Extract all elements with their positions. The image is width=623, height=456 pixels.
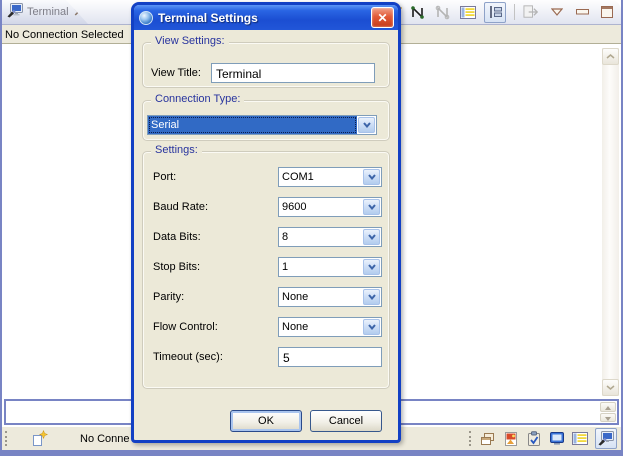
baud-rate-row: Baud Rate: 9600 bbox=[153, 197, 382, 217]
serial-settings-group: Settings: Port: COM1 Baud Rate: 9600 bbox=[142, 151, 390, 389]
flow-control-combo[interactable]: None bbox=[278, 317, 382, 337]
properties-view-icon[interactable] bbox=[572, 431, 588, 446]
parity-value: None bbox=[279, 288, 362, 306]
console-view-icon[interactable] bbox=[549, 431, 565, 446]
flow-control-value: None bbox=[279, 318, 362, 336]
data-bits-combo[interactable]: 8 bbox=[278, 227, 382, 247]
command-history-spinner[interactable] bbox=[600, 402, 616, 422]
stop-bits-value: 1 bbox=[279, 258, 362, 276]
stop-bits-combo[interactable]: 1 bbox=[278, 257, 382, 277]
chevron-down-icon[interactable] bbox=[363, 319, 380, 335]
tab-terminal[interactable]: Terminal ✕ bbox=[2, 0, 88, 24]
data-bits-row: Data Bits: 8 bbox=[153, 227, 382, 247]
connection-type-group: Connection Type: Serial bbox=[142, 100, 390, 141]
vertical-scrollbar[interactable] bbox=[602, 48, 619, 396]
flow-control-label: Flow Control: bbox=[153, 321, 278, 333]
ok-button[interactable]: OK bbox=[230, 410, 302, 432]
view-title-input[interactable]: Terminal bbox=[211, 63, 375, 83]
cancel-button[interactable]: Cancel bbox=[310, 410, 382, 432]
fast-view-grip[interactable] bbox=[469, 431, 471, 446]
port-combo[interactable]: COM1 bbox=[278, 167, 382, 187]
flow-control-row: Flow Control: None bbox=[153, 317, 382, 337]
connection-type-combo[interactable]: Serial bbox=[147, 115, 377, 135]
dialog-title-bar[interactable]: Terminal Settings ✕ bbox=[134, 5, 398, 30]
port-row: Port: COM1 bbox=[153, 167, 382, 187]
terminal-icon bbox=[7, 3, 23, 21]
image-view-icon[interactable] bbox=[503, 431, 519, 447]
dialog-body: View Settings: View Title: Terminal Conn… bbox=[134, 30, 398, 440]
view-toolbar bbox=[384, 1, 616, 23]
terminal-settings-dialog: Terminal Settings ✕ View Settings: View … bbox=[131, 2, 401, 443]
terminal-view-icon[interactable] bbox=[595, 428, 617, 449]
launch-button-disabled bbox=[523, 3, 541, 21]
stop-bits-row: Stop Bits: 1 bbox=[153, 257, 382, 277]
port-value: COM1 bbox=[279, 168, 362, 186]
tab-label: Terminal bbox=[27, 6, 69, 18]
fast-view-bar bbox=[469, 427, 617, 450]
dialog-title: Terminal Settings bbox=[158, 11, 371, 25]
statusbar-message: No Conne bbox=[80, 433, 130, 445]
baud-rate-combo[interactable]: 9600 bbox=[278, 197, 382, 217]
view-settings-caption: View Settings: bbox=[151, 35, 229, 47]
spinner-up-button[interactable] bbox=[600, 402, 616, 412]
baud-rate-label: Baud Rate: bbox=[153, 201, 278, 213]
disconnect-button-disabled bbox=[434, 3, 452, 21]
stop-bits-label: Stop Bits: bbox=[153, 261, 278, 273]
window-bottom-border bbox=[0, 450, 623, 456]
settings-caption: Settings: bbox=[151, 144, 202, 156]
chevron-down-icon[interactable] bbox=[363, 229, 380, 245]
data-bits-value: 8 bbox=[279, 228, 362, 246]
connection-type-caption: Connection Type: bbox=[151, 93, 244, 105]
chevron-down-icon[interactable] bbox=[363, 289, 380, 305]
maximize-view-button[interactable] bbox=[598, 3, 616, 21]
scroll-down-button[interactable] bbox=[602, 379, 619, 396]
scroll-up-button[interactable] bbox=[602, 48, 619, 65]
chevron-down-icon[interactable] bbox=[363, 259, 380, 275]
timeout-input[interactable]: 5 bbox=[278, 347, 382, 367]
spinner-down-button[interactable] bbox=[600, 413, 616, 423]
connection-type-value: Serial bbox=[148, 116, 357, 134]
view-settings-group: View Settings: View Title: Terminal bbox=[142, 42, 390, 88]
connect-button[interactable] bbox=[409, 3, 427, 21]
tasks-view-icon[interactable] bbox=[526, 431, 542, 447]
terminal-view-window: Terminal ✕ bbox=[0, 0, 623, 456]
chevron-down-icon[interactable] bbox=[363, 199, 380, 215]
timeout-row: Timeout (sec): 5 bbox=[153, 347, 382, 367]
new-connection-icon bbox=[30, 430, 48, 450]
view-title-label: View Title: bbox=[151, 67, 211, 79]
dialog-button-row: OK Cancel bbox=[230, 410, 382, 432]
parity-label: Parity: bbox=[153, 291, 278, 303]
view-menu-chevron-icon[interactable] bbox=[548, 3, 566, 21]
baud-rate-value: 9600 bbox=[279, 198, 362, 216]
cascade-windows-icon[interactable] bbox=[480, 432, 496, 446]
timeout-label: Timeout (sec): bbox=[153, 351, 278, 363]
parity-combo[interactable]: None bbox=[278, 287, 382, 307]
dialog-close-button[interactable]: ✕ bbox=[371, 7, 394, 28]
port-label: Port: bbox=[153, 171, 278, 183]
dialog-sphere-icon bbox=[139, 11, 153, 25]
statusbar-grip[interactable] bbox=[5, 431, 7, 446]
terminal-settings-button[interactable] bbox=[459, 3, 477, 21]
chevron-down-icon[interactable] bbox=[358, 117, 375, 133]
toolbar-separator bbox=[514, 4, 515, 20]
window-left-border bbox=[0, 0, 2, 450]
parity-row: Parity: None bbox=[153, 287, 382, 307]
minimize-view-button[interactable] bbox=[573, 3, 591, 21]
toggle-command-input-button[interactable] bbox=[484, 2, 506, 23]
tab-close-icon[interactable]: ✕ bbox=[74, 6, 83, 19]
chevron-down-icon[interactable] bbox=[363, 169, 380, 185]
data-bits-label: Data Bits: bbox=[153, 231, 278, 243]
